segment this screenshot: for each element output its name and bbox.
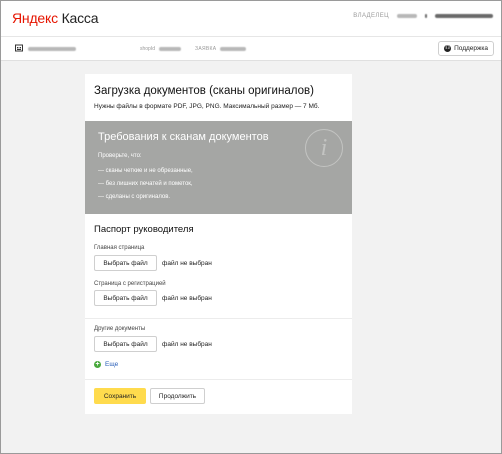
main-page-label: Главная страница [94,245,145,251]
support-label: Поддержка [454,45,488,52]
shop-id: shopId [140,46,182,52]
registration-page-label: Страница с регистрацией [94,281,166,287]
registration-page-file-status: файл не выбран [162,294,212,302]
other-documents-choose-file-button[interactable]: Выбрать файл [94,336,157,352]
browser-frame: Яндекс Касса ВЛАДЕЛЕЦ shopId ЗАЯВКА ☊ По… [0,0,502,454]
role-label: ВЛАДЕЛЕЦ [353,13,389,19]
shop-bar: shopId ЗАЯВКА ☊ Поддержка [1,37,501,61]
passport-section-title: Паспорт руководителя [94,224,194,235]
requirements-item: — сканы четкие и не обрезанные, [98,168,193,174]
support-button[interactable]: ☊ Поддержка [438,41,494,56]
separator [425,14,427,18]
requirements-item: — сделаны с оригиналов. [98,194,171,200]
actions-divider [85,379,352,380]
claim-label: ЗАЯВКА [195,46,217,52]
registration-page-choose-file-button[interactable]: Выбрать файл [94,290,157,306]
shop-id-label: shopId [140,46,156,52]
top-header: Яндекс Касса ВЛАДЕЛЕЦ [1,1,501,37]
logo-product: Касса [61,10,99,26]
claim-id: ЗАЯВКА [195,46,247,52]
add-more-link[interactable]: + Еще [94,361,118,368]
other-documents-upload: Выбрать файл файл не выбран [94,336,212,352]
add-more-label: Еще [105,361,119,368]
account-id-redacted [397,14,417,18]
requirements-panel: Требования к сканам документов Проверьте… [85,121,352,214]
shop-icon [15,44,23,52]
shop-name-redacted[interactable] [28,47,76,53]
other-documents-file-status: файл не выбран [162,340,212,348]
section-divider [85,318,352,319]
requirements-list: — сканы четкие и не обрезанные, — без ли… [98,165,193,204]
documents-card: Загрузка документов (сканы оригиналов) Н… [85,74,352,414]
registration-page-upload: Выбрать файл файл не выбран [94,290,212,306]
requirements-title: Требования к сканам документов [98,131,269,143]
continue-button[interactable]: Продолжить [150,388,205,404]
account-email-redacted[interactable] [435,14,493,18]
save-button[interactable]: Сохранить [94,388,146,404]
requirements-item: — без лишних печатей и пометок, [98,181,193,187]
info-icon: i [305,129,343,167]
main-page-upload: Выбрать файл файл не выбран [94,255,212,271]
other-documents-label: Другие документы [94,326,146,332]
page-subtitle: Нужны файлы в формате PDF, JPG, PNG. Мак… [94,103,320,110]
plus-icon: + [94,361,101,368]
requirements-lead: Проверьте, что: [98,153,142,159]
main-page-file-status: файл не выбран [162,259,212,267]
yandex-kassa-logo[interactable]: Яндекс Касса [12,10,99,26]
account-area: ВЛАДЕЛЕЦ [353,13,493,19]
headset-icon: ☊ [444,45,452,52]
main-page-choose-file-button[interactable]: Выбрать файл [94,255,157,271]
logo-brand: Яндекс [12,10,58,26]
page-title: Загрузка документов (сканы оригиналов) [94,85,314,97]
